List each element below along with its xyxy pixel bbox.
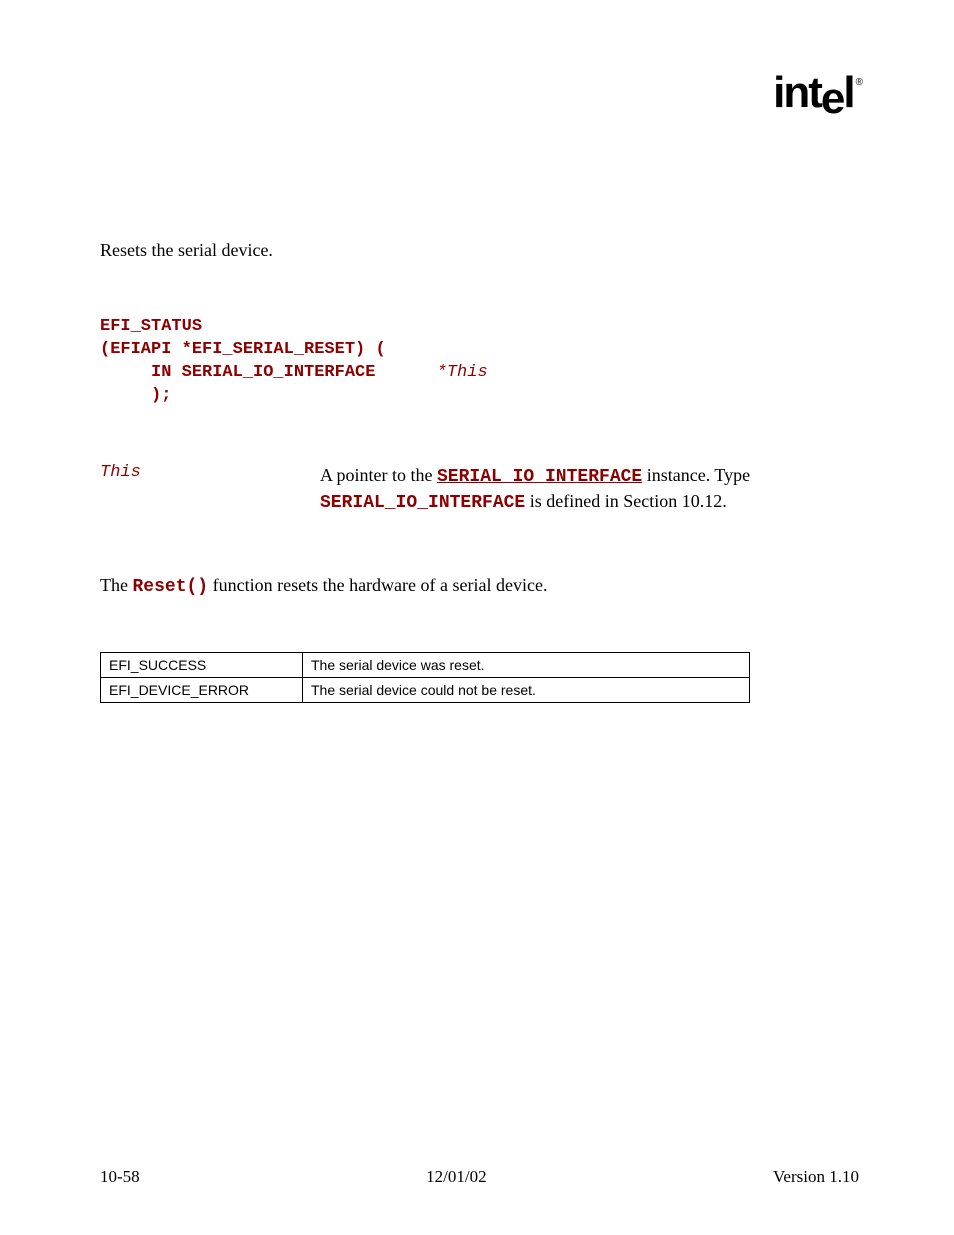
table-row: EFI_DEVICE_ERROR The serial device could…: [101, 678, 750, 703]
param-desc-code: SERIAL_IO_INTERFACE: [320, 493, 525, 513]
proto-line2: (EFIAPI *EFI_SERIAL_RESET) (: [100, 340, 386, 359]
summary-text: Resets the serial device.: [100, 240, 859, 261]
status-code-cell: EFI_SUCCESS: [101, 653, 303, 678]
status-code-cell: EFI_DEVICE_ERROR: [101, 678, 303, 703]
footer-page-number: 10-58: [100, 1167, 140, 1187]
param-desc-post: is defined in Section 10.12.: [525, 491, 726, 511]
status-desc-cell: The serial device could not be reset.: [303, 678, 750, 703]
table-row: EFI_SUCCESS The serial device was reset.: [101, 653, 750, 678]
param-description: A pointer to the SERIAL_IO_INTERFACE ins…: [320, 463, 859, 516]
proto-line4: );: [100, 386, 171, 405]
status-desc-cell: The serial device was reset.: [303, 653, 750, 678]
param-desc-mid: instance. Type: [642, 465, 750, 485]
proto-line1: EFI_STATUS: [100, 317, 202, 336]
prototype-block: EFI_STATUS (EFIAPI *EFI_SERIAL_RESET) ( …: [100, 316, 859, 408]
intel-logo: intel®: [773, 68, 859, 118]
parameters-block: This A pointer to the SERIAL_IO_INTERFAC…: [100, 463, 859, 516]
description-block: The Reset() function resets the hardware…: [100, 575, 859, 597]
footer-date: 12/01/02: [426, 1167, 486, 1187]
param-desc-link[interactable]: SERIAL_IO_INTERFACE: [437, 467, 642, 487]
param-desc-pre: A pointer to the: [320, 465, 437, 485]
proto-line3b: *This: [437, 363, 488, 382]
footer-version: Version 1.10: [773, 1167, 859, 1187]
desc-code: Reset(): [132, 577, 208, 597]
desc-pre: The: [100, 575, 132, 595]
page-footer: 10-58 12/01/02 Version 1.10: [100, 1167, 859, 1187]
desc-post: function resets the hardware of a serial…: [208, 575, 547, 595]
proto-line3a: IN SERIAL_IO_INTERFACE: [100, 363, 437, 382]
status-codes-table: EFI_SUCCESS The serial device was reset.…: [100, 652, 750, 703]
param-name: This: [100, 463, 320, 516]
